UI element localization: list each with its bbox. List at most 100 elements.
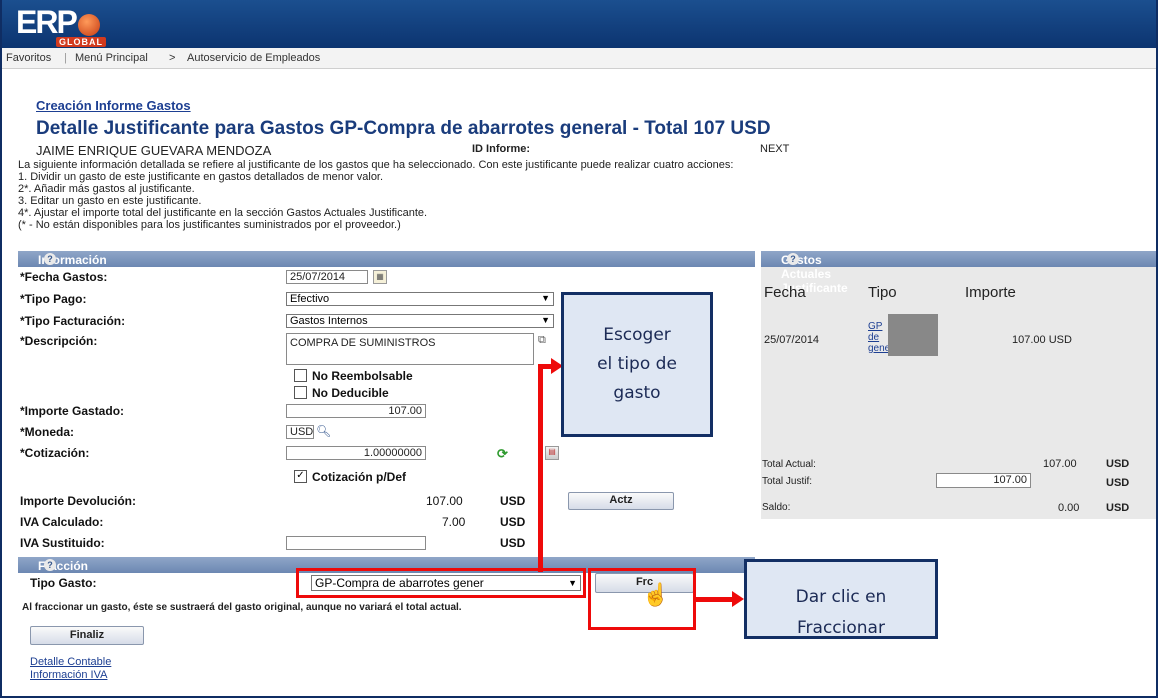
logo-text: ERP xyxy=(16,4,78,40)
importe-devolucion-label: Importe Devolución: xyxy=(20,494,137,508)
nav-menu-principal[interactable]: Menú Principal xyxy=(75,52,148,64)
moneda-input[interactable]: USD xyxy=(286,425,314,439)
refresh-icon[interactable]: ⟳ xyxy=(497,446,508,462)
cotizacion-def-label: Cotización p/Def xyxy=(312,470,407,484)
callout-line: Dar clic en xyxy=(795,587,887,607)
cotizacion-def-checkbox[interactable]: ✓ xyxy=(294,470,307,483)
logo-subtext: GLOBAL xyxy=(56,37,106,47)
fecha-gastos-label: *Fecha Gastos: xyxy=(20,270,108,284)
app-header: ERP GLOBAL xyxy=(2,0,1156,48)
page-title: Detalle Justificante para Gastos GP-Comp… xyxy=(36,118,771,139)
total-justif-label: Total Justif: xyxy=(762,476,813,487)
no-deducible-label: No Deducible xyxy=(312,386,389,400)
cotizacion-label: *Cotización: xyxy=(20,446,90,460)
id-informe-value: NEXT xyxy=(760,143,790,155)
iva-sustituido-label: IVA Sustituido: xyxy=(20,536,105,550)
iva-calculado-currency: USD xyxy=(500,515,526,529)
row-importe: 107.00 USD xyxy=(1012,334,1072,346)
nav-separator: > xyxy=(169,52,176,64)
highlight-tipo-gasto xyxy=(296,568,586,598)
saldo-label: Saldo: xyxy=(762,502,791,513)
callout-line: el tipo de xyxy=(597,354,677,374)
importe-devolucion-currency: USD xyxy=(500,494,526,508)
id-informe-label: ID Informe: xyxy=(472,143,531,155)
iva-sustituido-currency: USD xyxy=(500,536,526,550)
intro-line: (* - No están disponibles para los justi… xyxy=(18,219,401,231)
importe-gastado-label: *Importe Gastado: xyxy=(20,404,125,418)
intro-text: La siguiente información detallada se re… xyxy=(18,159,733,231)
expand-text-icon[interactable]: ⧉ xyxy=(538,334,546,347)
arrow-head xyxy=(732,591,744,607)
descripcion-textarea[interactable]: COMPRA DE SUMINISTROS xyxy=(286,333,534,365)
callout-line: Fraccionar xyxy=(797,618,885,638)
section-gastos-actuales: Gastos Actuales Justificante? xyxy=(761,251,1156,295)
col-tipo: Tipo xyxy=(868,284,897,301)
actz-button[interactable]: Actz xyxy=(568,492,674,510)
help-icon[interactable]: ? xyxy=(44,559,56,571)
intro-line: 1. Dividir un gasto de este justificante… xyxy=(18,171,384,183)
total-actual-currency: USD xyxy=(1106,458,1130,470)
no-reembolsable-label: No Reembolsable xyxy=(312,369,413,383)
document-icon[interactable]: ▤ xyxy=(545,446,559,460)
importe-devolucion-value: 107.00 xyxy=(426,494,463,508)
moneda-label: *Moneda: xyxy=(20,425,74,439)
redacted-block xyxy=(888,314,938,356)
tipo-facturacion-select[interactable]: Gastos Internos ▼ xyxy=(286,314,554,328)
tipo-pago-select[interactable]: Efectivo ▼ xyxy=(286,292,554,306)
row-tipo-part: GP xyxy=(868,321,883,332)
no-reembolsable-checkbox[interactable] xyxy=(294,369,307,382)
help-icon[interactable]: ? xyxy=(787,253,799,265)
employee-name: JAIME ENRIQUE GUEVARA MENDOZA xyxy=(36,143,272,158)
intro-line: 2*. Añadir más gastos al justificante. xyxy=(18,183,195,195)
tipo-facturacion-label: *Tipo Facturación: xyxy=(20,314,126,328)
nav-favoritos[interactable]: Favoritos xyxy=(6,52,51,64)
informacion-iva-link[interactable]: Información IVA xyxy=(30,669,107,681)
cotizacion-input[interactable]: 1.00000000 xyxy=(286,446,426,460)
saldo-currency: USD xyxy=(1106,502,1130,514)
calendar-icon[interactable]: ▦ xyxy=(373,270,387,284)
iva-calculado-value: 7.00 xyxy=(442,515,466,529)
iva-sustituido-input[interactable] xyxy=(286,536,426,550)
no-deducible-checkbox[interactable] xyxy=(294,386,307,399)
total-actual-value: 107.00 xyxy=(1043,458,1077,470)
callout-escoger-tipo: Escoger el tipo de gasto xyxy=(561,292,713,437)
intro-line: La siguiente información detallada se re… xyxy=(18,159,734,171)
fraccion-note: Al fraccionar un gasto, éste se sustraer… xyxy=(22,602,462,613)
fecha-gastos-input[interactable]: 25/07/2014 xyxy=(286,270,368,284)
section-informacion-gastos: Información Gastos? xyxy=(18,251,755,281)
importe-gastado-input[interactable]: 107.00 xyxy=(286,404,426,418)
globe-icon xyxy=(77,13,100,36)
nav-autoservicio[interactable]: Autoservicio de Empleados xyxy=(187,52,320,64)
arrow-line-vertical xyxy=(538,366,543,572)
callout-line: Escoger xyxy=(603,325,671,345)
arrow-line-right xyxy=(696,597,734,602)
help-icon[interactable]: ? xyxy=(44,253,56,265)
descripcion-label: *Descripción: xyxy=(20,334,98,348)
callout-dar-clic: Dar clic en Fraccionar xyxy=(744,559,938,639)
finaliz-button[interactable]: Finaliz xyxy=(30,626,144,645)
search-icon[interactable]: 🔍︎ xyxy=(316,424,331,438)
detalle-contable-link[interactable]: Detalle Contable xyxy=(30,656,111,668)
tipo-pago-value: Efectivo xyxy=(290,293,330,305)
total-justif-currency: USD xyxy=(1106,477,1130,489)
col-fecha: Fecha xyxy=(764,284,806,301)
intro-line: 3. Editar un gasto en este justificante. xyxy=(18,195,202,207)
total-justif-input[interactable]: 107.00 xyxy=(936,473,1031,488)
top-navbar: Favoritos | Menú Principal > Autoservici… xyxy=(2,48,1156,69)
hand-cursor-icon: ☝ xyxy=(642,582,670,607)
breadcrumb-link[interactable]: Creación Informe Gastos xyxy=(36,98,191,113)
saldo-value: 0.00 xyxy=(1058,502,1080,514)
iva-calculado-label: IVA Calculado: xyxy=(20,515,104,529)
callout-line: gasto xyxy=(613,383,661,403)
col-importe: Importe xyxy=(965,284,1016,301)
intro-line: 4*. Ajustar el importe total del justifi… xyxy=(18,207,428,219)
row-tipo-part: de xyxy=(868,332,880,343)
total-actual-label: Total Actual: xyxy=(762,459,816,470)
row-fecha: 25/07/2014 xyxy=(764,334,820,346)
tipo-pago-label: *Tipo Pago: xyxy=(20,292,87,306)
chevron-down-icon: ▼ xyxy=(541,293,550,303)
tipo-facturacion-value: Gastos Internos xyxy=(290,315,368,327)
chevron-down-icon: ▼ xyxy=(541,315,550,325)
erp-logo: ERP GLOBAL xyxy=(16,4,106,47)
tipo-gasto-label: Tipo Gasto: xyxy=(30,576,97,590)
